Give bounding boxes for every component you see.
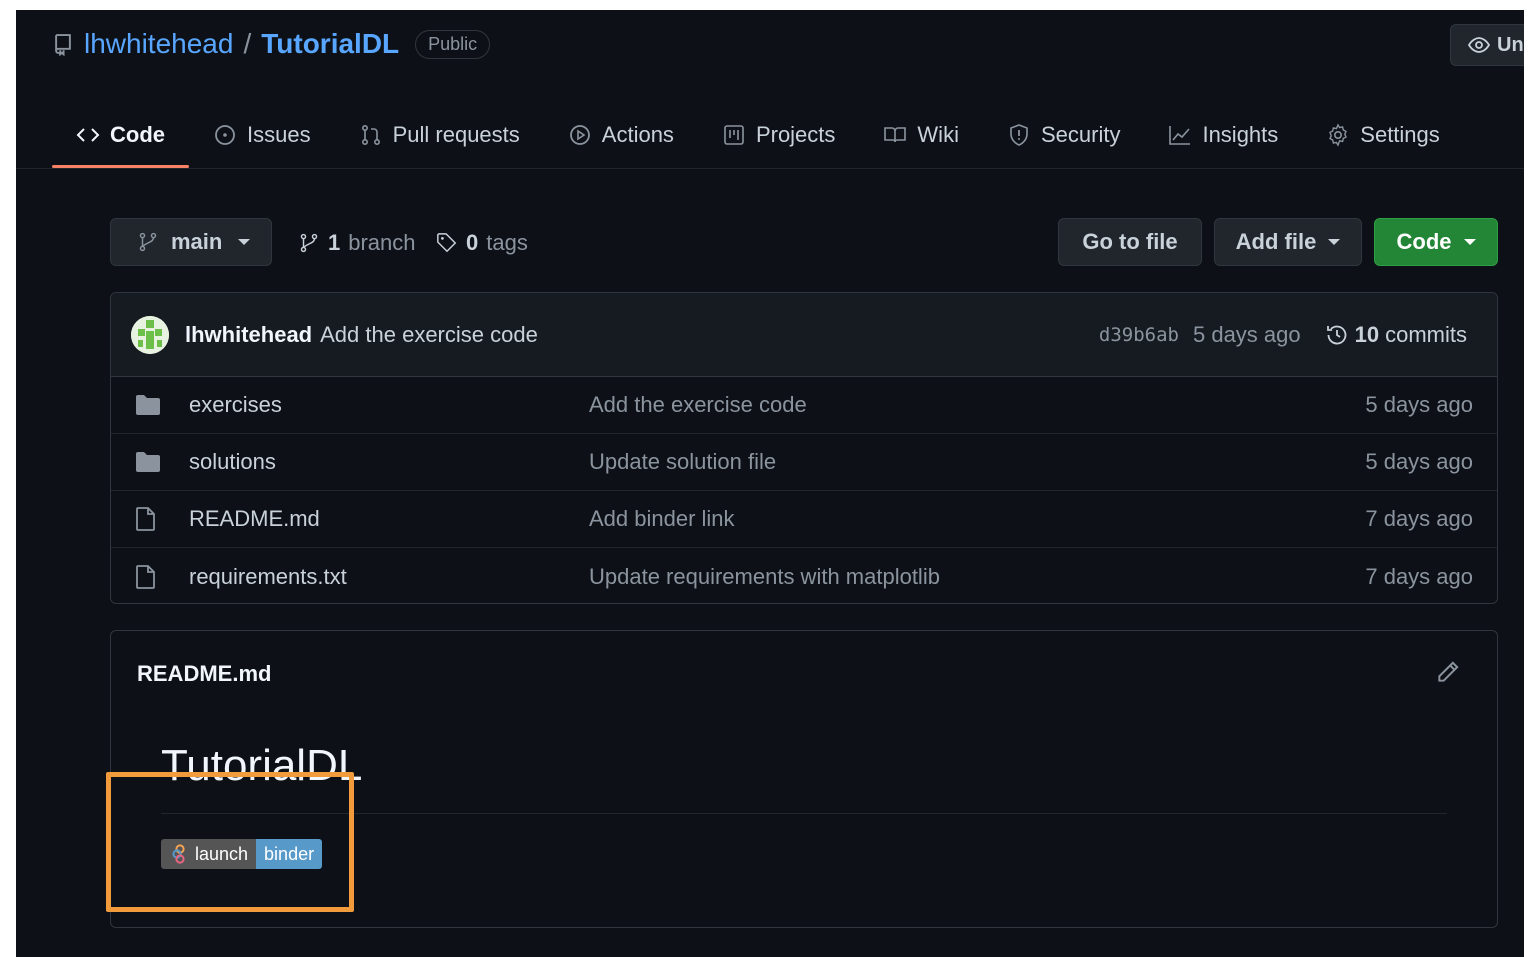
file-commit-link[interactable]: Add the exercise code xyxy=(589,392,807,418)
file-time: 7 days ago xyxy=(1365,563,1473,589)
file-row-exercises[interactable]: exercises Add the exercise code 5 days a… xyxy=(111,377,1497,434)
pull-request-icon xyxy=(361,124,380,145)
tab-label: Code xyxy=(110,122,165,147)
branches-link[interactable]: 1 branch xyxy=(298,230,416,256)
tab-actions[interactable]: Actions xyxy=(544,102,698,168)
file-time: 5 days ago xyxy=(1365,392,1473,417)
readme-filename[interactable]: README.md xyxy=(137,661,271,687)
tab-wiki[interactable]: Wiki xyxy=(859,102,983,168)
repo-separator: / xyxy=(243,28,252,59)
visibility-badge: Public xyxy=(415,29,491,59)
commit-count: 10 xyxy=(1354,321,1380,347)
identicon-icon xyxy=(131,315,169,354)
add-file-label: Add file xyxy=(1235,229,1317,254)
tab-label: Insights xyxy=(1202,122,1279,147)
branch-name: main xyxy=(171,229,223,254)
tab-insights[interactable]: Insights xyxy=(1144,102,1302,168)
code-label: Code xyxy=(1396,229,1452,254)
repo-name-link[interactable]: TutorialDL xyxy=(261,28,399,60)
file-icon xyxy=(135,507,163,531)
file-row-solutions[interactable]: solutions Update solution file 5 days ag… xyxy=(111,434,1497,491)
branch-icon xyxy=(300,233,318,253)
repo-icon xyxy=(55,34,71,56)
project-icon xyxy=(724,125,744,145)
chevron-down-icon xyxy=(238,239,251,245)
unwatch-button[interactable]: Un xyxy=(1450,24,1524,66)
pencil-icon[interactable] xyxy=(1435,659,1461,685)
go-to-file-label: Go to file xyxy=(1082,229,1178,254)
book-icon xyxy=(884,127,907,143)
file-commit-link[interactable]: Add binder link xyxy=(589,506,735,532)
gear-icon xyxy=(1329,123,1348,147)
avatar[interactable] xyxy=(131,315,169,354)
tags-link[interactable]: 0 tags xyxy=(436,230,528,256)
latest-commit-row: lhwhitehead Add the exercise code d39b6a… xyxy=(111,293,1497,377)
tab-label: Wiki xyxy=(917,122,959,147)
tag-count-label: tags xyxy=(486,230,528,255)
tab-settings[interactable]: Settings xyxy=(1302,102,1464,168)
graph-icon xyxy=(1169,126,1191,145)
play-icon xyxy=(569,125,590,145)
file-icon xyxy=(135,564,163,589)
tab-label: Actions xyxy=(601,122,674,147)
shield-icon xyxy=(1010,124,1028,146)
file-commit-link[interactable]: Update solution file xyxy=(589,449,776,475)
tab-issues[interactable]: Issues xyxy=(189,102,335,168)
branch-count-label: branch xyxy=(348,230,416,255)
tab-label: Settings xyxy=(1360,122,1440,147)
file-browser: lhwhitehead Add the exercise code d39b6a… xyxy=(110,292,1498,604)
chevron-down-icon xyxy=(1463,239,1476,245)
commit-meta: d39b6ab 5 days ago 10 commits xyxy=(1099,293,1467,376)
branch-count: 1 xyxy=(328,230,341,255)
file-name-link[interactable]: README.md xyxy=(189,506,589,532)
file-name-link[interactable]: exercises xyxy=(189,392,589,418)
tab-projects[interactable]: Projects xyxy=(698,102,859,168)
commit-sha-link[interactable]: d39b6ab xyxy=(1099,324,1179,346)
add-file-button[interactable]: Add file xyxy=(1214,218,1362,266)
highlight-annotation xyxy=(106,772,354,912)
eye-icon xyxy=(1467,37,1491,53)
tab-pull-requests[interactable]: Pull requests xyxy=(335,102,544,168)
commit-count-label: commits xyxy=(1385,321,1467,347)
file-row-requirements[interactable]: requirements.txt Update requirements wit… xyxy=(111,548,1497,603)
branch-icon xyxy=(139,232,157,252)
tab-security[interactable]: Security xyxy=(983,102,1144,168)
file-name-link[interactable]: solutions xyxy=(189,449,589,475)
folder-icon xyxy=(135,450,163,474)
unwatch-label: Un xyxy=(1497,33,1524,56)
tab-label: Security xyxy=(1040,122,1121,147)
code-icon xyxy=(76,128,100,142)
chevron-down-icon xyxy=(1328,239,1341,245)
tab-label: Projects xyxy=(755,122,836,147)
tabs-divider xyxy=(16,168,1524,169)
repo-tabs: Code Issues Pull requests Actions Projec… xyxy=(52,102,1464,168)
commit-time: 5 days ago xyxy=(1192,321,1301,347)
commit-message-link[interactable]: Add the exercise code xyxy=(320,322,538,348)
folder-icon xyxy=(135,393,163,417)
tab-label: Issues xyxy=(247,122,311,147)
file-row-readme[interactable]: README.md Add binder link 7 days ago xyxy=(111,491,1497,548)
file-name-link[interactable]: requirements.txt xyxy=(189,564,589,590)
file-time: 7 days ago xyxy=(1365,506,1473,531)
file-time: 5 days ago xyxy=(1365,449,1473,474)
commits-history-link[interactable]: 10 commits xyxy=(1325,322,1467,348)
issue-icon xyxy=(215,125,235,145)
go-to-file-button[interactable]: Go to file xyxy=(1058,218,1202,266)
branch-select-button[interactable]: main xyxy=(110,218,272,266)
file-commit-link[interactable]: Update requirements with matplotlib xyxy=(589,564,940,590)
tag-count: 0 xyxy=(466,230,479,255)
code-button[interactable]: Code xyxy=(1374,218,1498,266)
repo-owner-link[interactable]: lhwhitehead xyxy=(84,28,233,60)
tab-code[interactable]: Code xyxy=(52,102,189,168)
tab-label: Pull requests xyxy=(392,122,520,147)
tag-icon xyxy=(437,233,457,253)
history-icon xyxy=(1326,325,1346,344)
commit-author-link[interactable]: lhwhitehead xyxy=(185,322,312,348)
repo-header: lhwhitehead / TutorialDL Public xyxy=(52,28,491,60)
